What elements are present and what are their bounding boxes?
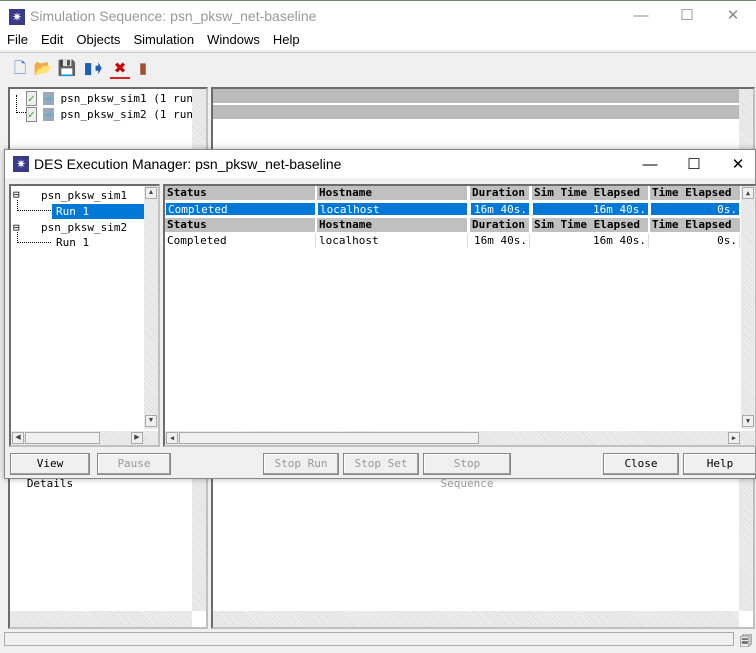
app-star-icon: ✷ (13, 156, 29, 172)
dialog-title: DES Execution Manager: psn_pksw_net-base… (34, 156, 342, 172)
column-header-time-elapsed[interactable]: Time Elapsed (650, 186, 740, 200)
menu-windows[interactable]: Windows (207, 32, 260, 47)
minimize-button[interactable]: — (627, 150, 673, 180)
stop-run-button[interactable]: Stop Run (263, 453, 339, 475)
menu-objects[interactable]: Objects (76, 32, 120, 47)
run-status-table: Status Hostname Duration Sim Time Elapse… (163, 184, 756, 447)
column-header-time-elapsed: Time Elapsed (650, 218, 740, 232)
cell-sim-time: 16m 40s. (532, 202, 649, 216)
menu-simulation[interactable]: Simulation (133, 32, 194, 47)
pause-button[interactable]: Pause (97, 453, 171, 475)
menu-file[interactable]: File (7, 32, 28, 47)
cell-status: Completed (165, 234, 316, 248)
new-icon[interactable]: 🗋 (10, 59, 30, 79)
run-tree: ⊟ psn_pksw_sim1 Run 1 ⊟ psn_pksw_sim2 Ru… (9, 184, 160, 447)
close-dialog-button[interactable]: ✕ (715, 150, 756, 180)
column-header-duration: Duration (470, 218, 529, 232)
menu-help[interactable]: Help (273, 32, 300, 47)
column-header-duration[interactable]: Duration (470, 186, 529, 200)
minimize-button[interactable]: — (618, 1, 664, 31)
cell-duration: 16m 40s. (470, 234, 530, 248)
horizontal-scrollbar[interactable]: ◀ ▶ (165, 431, 755, 445)
des-execution-manager-dialog: ✷ DES Execution Manager: psn_pksw_net-ba… (4, 149, 756, 490)
cell-time-elapsed: 0s. (650, 234, 740, 248)
save-icon[interactable]: 💾 (57, 59, 77, 79)
cell-hostname: localhost (317, 202, 468, 216)
cell-sim-time: 16m 40s. (532, 234, 649, 248)
help-button[interactable]: Help (683, 453, 756, 475)
main-title-bar: ✷ Simulation Sequence: psn_pksw_net-base… (0, 0, 756, 32)
close-window-button[interactable]: ✕ (710, 1, 756, 31)
sequence-item-label: psn_pksw_sim2 (1 run) (60, 108, 200, 121)
checkbox-checked-icon[interactable]: ✓ (26, 91, 37, 106)
window-title: Simulation Sequence: psn_pksw_net-baseli… (30, 8, 317, 24)
sequence-item[interactable]: ✓ ⇒ psn_pksw_sim1 (1 run) (26, 91, 200, 107)
horizontal-scrollbar[interactable] (213, 611, 739, 627)
book-icon[interactable]: ▮ (133, 59, 153, 79)
cell-status: Completed (165, 202, 316, 216)
column-header-hostname: Hostname (317, 218, 467, 232)
memory-icon: 🗐 (740, 634, 752, 648)
column-header-sim-time[interactable]: Sim Time Elapsed (532, 186, 648, 200)
dialog-title-bar: ✷ DES Execution Manager: psn_pksw_net-ba… (5, 150, 755, 178)
vertical-scrollbar[interactable]: ▲ ▼ (741, 186, 755, 429)
sequence-item[interactable]: ✓ ⇒ psn_pksw_sim2 (1 run) (26, 107, 200, 123)
checkbox-checked-icon[interactable]: ✓ (26, 107, 37, 122)
horizontal-scrollbar[interactable] (10, 611, 192, 627)
toolbar: 🗋 📂 💾 ▮➧ ✖ ▮ (0, 52, 756, 84)
tree-node-run-selected[interactable]: Run 1 (52, 204, 145, 219)
close-button[interactable]: Close (603, 453, 679, 475)
sim-icon: ⇒ (43, 92, 54, 105)
cell-hostname: localhost (317, 234, 468, 248)
menu-edit[interactable]: Edit (41, 32, 63, 47)
maximize-button[interactable]: ☐ (671, 150, 717, 180)
stop-set-button[interactable]: Stop Set (343, 453, 419, 475)
menu-bar: File Edit Objects Simulation Windows Help (0, 32, 756, 50)
column-header-status[interactable]: Status (165, 186, 315, 200)
horizontal-scrollbar[interactable]: ◀ ▶ (11, 431, 158, 445)
column-header-hostname[interactable]: Hostname (317, 186, 467, 200)
run-arrow-icon[interactable]: ▮➧ (84, 59, 105, 79)
open-folder-icon[interactable]: 📂 (33, 59, 53, 79)
app-star-icon: ✷ (9, 9, 25, 25)
sim-icon: ⇒ (43, 108, 54, 121)
sequence-item-label: psn_pksw_sim1 (1 run) (60, 92, 200, 105)
execution-manager-icon[interactable]: ✖ (110, 59, 130, 79)
tree-node-sim1[interactable]: psn_pksw_sim1 (41, 189, 127, 202)
tree-node-run[interactable]: Run 1 (56, 236, 89, 249)
stop-sequence-button[interactable]: Stop Sequence (423, 453, 511, 490)
cell-duration: 16m 40s. (470, 202, 530, 216)
maximize-button[interactable]: ☐ (664, 1, 710, 31)
column-header-status: Status (165, 218, 315, 232)
vertical-scrollbar[interactable]: ▲ ▼ (144, 186, 158, 429)
column-header-sim-time: Sim Time Elapsed (532, 218, 648, 232)
cell-time-elapsed: 0s. (650, 202, 740, 216)
status-bar (4, 632, 734, 646)
tree-node-sim2[interactable]: psn_pksw_sim2 (41, 221, 127, 234)
view-details-button[interactable]: View Details (10, 453, 90, 490)
